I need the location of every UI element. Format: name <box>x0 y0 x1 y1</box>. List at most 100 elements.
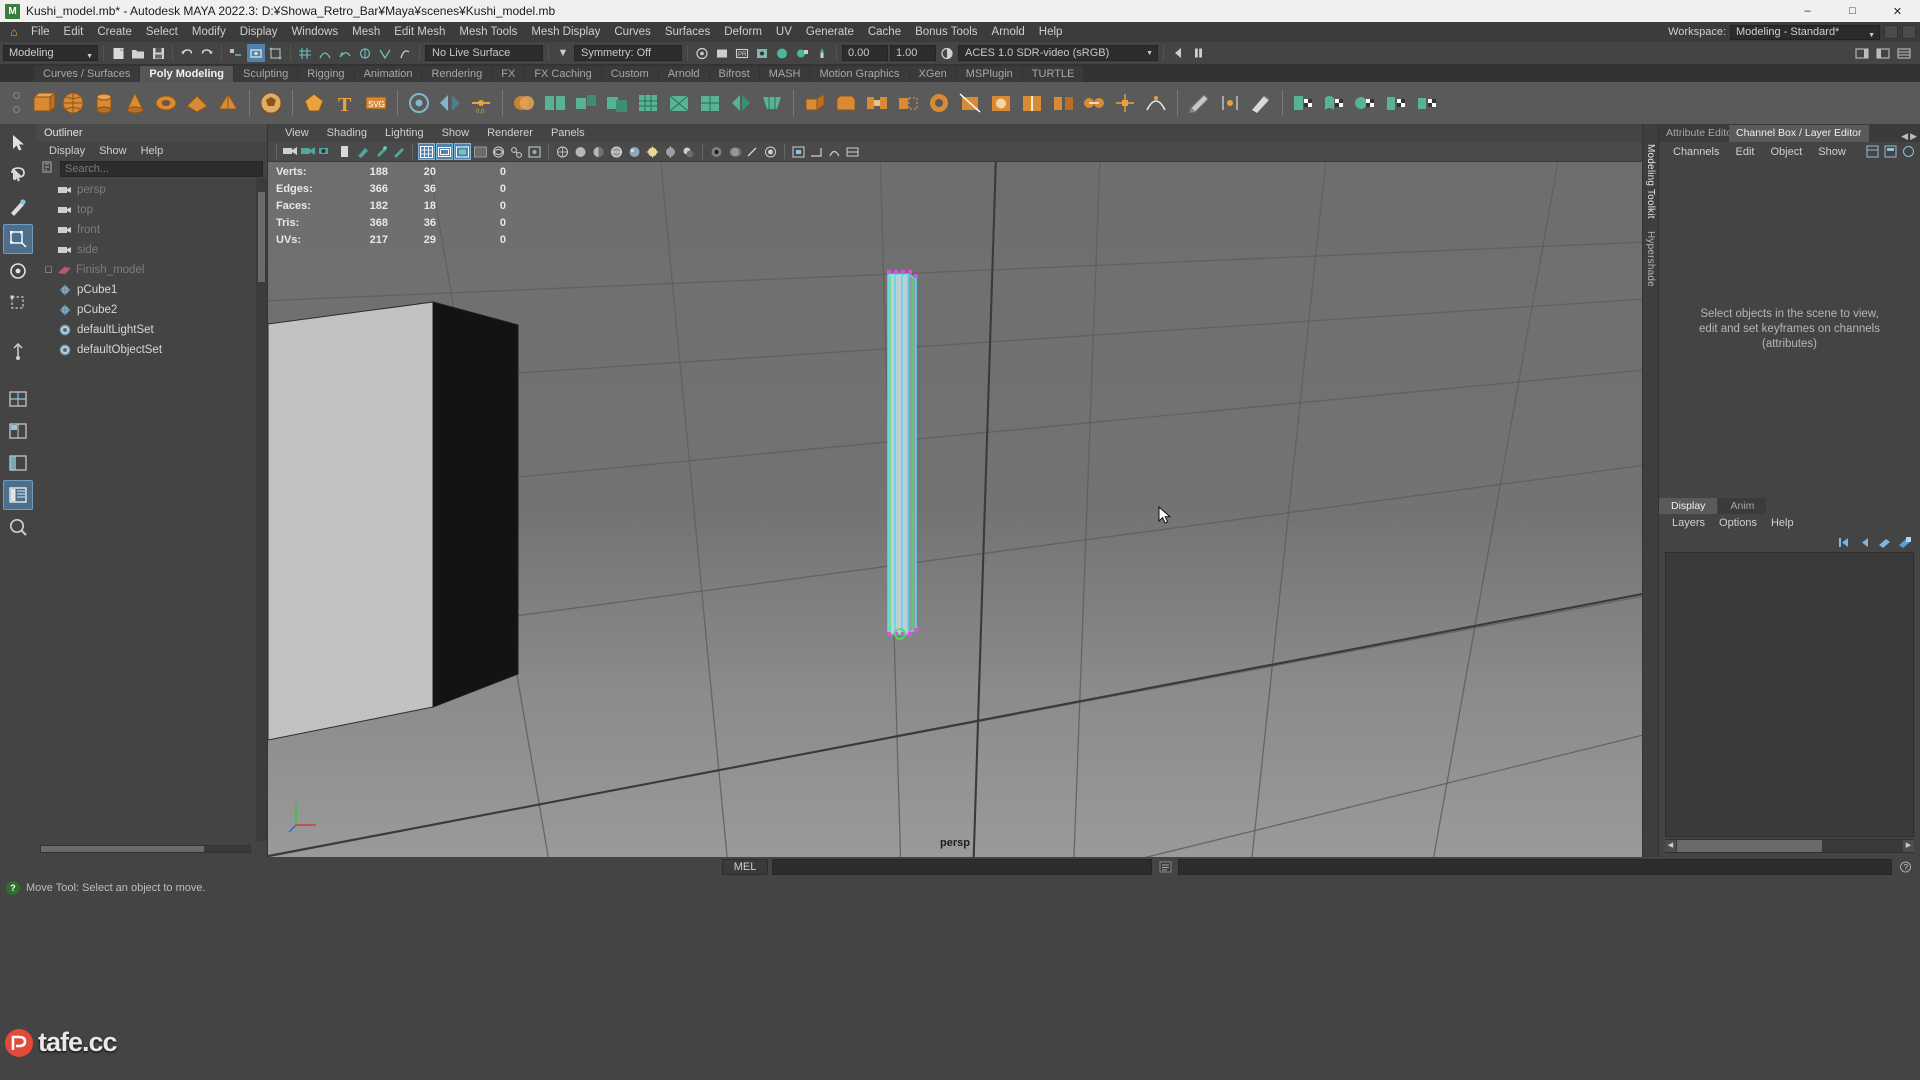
extrude-icon[interactable] <box>800 88 830 118</box>
motion-blur-icon[interactable] <box>726 143 743 160</box>
vertical-tab-hypershade[interactable]: Hypershade <box>1644 225 1657 293</box>
layer-menu-help[interactable]: Help <box>1764 517 1801 529</box>
command-help-icon[interactable]: ? <box>1896 859 1914 875</box>
menu-edit-mesh[interactable]: Edit Mesh <box>387 22 452 42</box>
two-d-pan-zoom-icon[interactable] <box>354 143 371 160</box>
rotate-tool-button[interactable] <box>3 256 33 286</box>
shelf-tab-animation[interactable]: Animation <box>354 66 422 82</box>
depth-of-field-icon[interactable] <box>762 143 779 160</box>
color-space-dropdown[interactable]: ACES 1.0 SDR-video (sRGB) ▼ <box>958 45 1158 61</box>
select-tool-button[interactable] <box>3 128 33 158</box>
mirror-geometry-icon[interactable] <box>726 88 756 118</box>
select-camera-icon[interactable] <box>282 143 299 160</box>
shelf-tab-turtle[interactable]: TURTLE <box>1022 66 1084 82</box>
outliner-vertical-scrollbar[interactable] <box>256 178 267 841</box>
snap-together-icon[interactable]: 0,0 <box>466 88 496 118</box>
screen-space-ao-icon[interactable] <box>708 143 725 160</box>
last-tool-button[interactable] <box>3 336 33 366</box>
uv-spherical-icon[interactable] <box>1351 88 1381 118</box>
select-component-icon[interactable] <box>267 44 285 62</box>
color-management-icon[interactable] <box>938 44 956 62</box>
channel-box-menu-edit[interactable]: Edit <box>1727 146 1762 158</box>
shelf-tab-custom[interactable]: Custom <box>601 66 658 82</box>
isolate-select-icon[interactable] <box>790 143 807 160</box>
outliner-menu-show[interactable]: Show <box>92 145 134 157</box>
tab-channel-box-layer-editor[interactable]: Channel Box / Layer Editor <box>1729 125 1869 142</box>
mirror-icon[interactable] <box>435 88 465 118</box>
render-sequence-icon[interactable] <box>713 44 731 62</box>
shelf-tab-fx-caching[interactable]: FX Caching <box>525 66 601 82</box>
uv-camera-icon[interactable] <box>1413 88 1443 118</box>
command-response-field[interactable] <box>1178 859 1892 875</box>
menu-create[interactable]: Create <box>90 22 139 42</box>
outliner-item-defaultobjectset[interactable]: defaultObjectSet <box>36 340 267 360</box>
search-icon[interactable] <box>40 161 56 177</box>
use-default-lighting-icon[interactable] <box>644 143 661 160</box>
layer-menu-layers[interactable]: Layers <box>1665 517 1712 529</box>
shelf-tab-rendering[interactable]: Rendering <box>422 66 492 82</box>
uv-planar-icon[interactable] <box>1289 88 1319 118</box>
poly-cube-icon[interactable] <box>27 88 57 118</box>
wireframe-on-shaded-icon[interactable] <box>608 143 625 160</box>
layer-list[interactable] <box>1665 552 1914 837</box>
layer-list-horizontal-scrollbar[interactable]: ◀ ▶ <box>1665 839 1914 853</box>
scroll-left-icon[interactable]: ◀ <box>1665 840 1676 852</box>
search-input[interactable]: Search... <box>60 161 263 177</box>
shelf-tab-poly-modeling[interactable]: Poly Modeling <box>140 66 233 82</box>
film-gate-icon[interactable] <box>436 143 453 160</box>
outliner-item-persp[interactable]: persp <box>36 180 267 200</box>
menu-generate[interactable]: Generate <box>799 22 861 42</box>
fill-hole-icon[interactable] <box>924 88 954 118</box>
shelf-tab-xgen[interactable]: XGen <box>909 66 956 82</box>
append-polygon-icon[interactable] <box>893 88 923 118</box>
menu-windows[interactable]: Windows <box>284 22 345 42</box>
smooth-icon[interactable] <box>633 88 663 118</box>
render-settings-icon[interactable] <box>753 44 771 62</box>
workspace-layout-icon[interactable] <box>1902 25 1916 39</box>
circularize-icon[interactable] <box>986 88 1016 118</box>
menu-select[interactable]: Select <box>139 22 185 42</box>
persp-outliner-layout-button[interactable] <box>3 448 33 478</box>
symmetry-field[interactable]: Symmetry: Off <box>574 45 682 61</box>
shelf-tab-arnold[interactable]: Arnold <box>658 66 709 82</box>
detach-icon[interactable] <box>1048 88 1078 118</box>
scrollbar-thumb[interactable] <box>1677 840 1822 852</box>
average-vertices-icon[interactable] <box>1141 88 1171 118</box>
viewport-menu-show[interactable]: Show <box>433 127 479 139</box>
outliner-item-top[interactable]: top <box>36 200 267 220</box>
outliner-menu-display[interactable]: Display <box>42 145 92 157</box>
outliner-item-defaultlightset[interactable]: defaultLightSet <box>36 320 267 340</box>
outliner-item-side[interactable]: side <box>36 240 267 260</box>
playback-pause-icon[interactable] <box>1189 44 1207 62</box>
poly-torus-icon[interactable] <box>151 88 181 118</box>
viewport-3d[interactable]: Verts: 188 20 0 Edges: 366 36 0 Faces: 1… <box>268 162 1642 857</box>
layer-new-icon[interactable] <box>1877 536 1892 549</box>
grid-toggle-icon[interactable] <box>418 143 435 160</box>
channel-box-icon-1[interactable] <box>1866 145 1879 158</box>
extract-icon[interactable] <box>571 88 601 118</box>
paint-tool-icon[interactable] <box>1246 88 1276 118</box>
create-polygon-icon[interactable] <box>299 88 329 118</box>
channel-box-icon-3[interactable] <box>1902 145 1915 158</box>
poly-pyramid-icon[interactable] <box>213 88 243 118</box>
poly-cylinder-icon[interactable] <box>89 88 119 118</box>
command-history-icon[interactable] <box>1156 859 1174 875</box>
viewport-menu-panels[interactable]: Panels <box>542 127 594 139</box>
menu-display[interactable]: Display <box>233 22 285 42</box>
viewport-menu-renderer[interactable]: Renderer <box>478 127 542 139</box>
exposure-field[interactable]: 1.00 <box>890 45 936 61</box>
snap-projection-icon[interactable] <box>356 44 374 62</box>
bridge-icon[interactable] <box>862 88 892 118</box>
bevel-icon[interactable] <box>831 88 861 118</box>
transform-component-icon[interactable] <box>1110 88 1140 118</box>
select-hierarchy-icon[interactable] <box>227 44 245 62</box>
script-language-button[interactable]: MEL <box>722 859 768 875</box>
menu-mesh-display[interactable]: Mesh Display <box>524 22 607 42</box>
menu-mesh-tools[interactable]: Mesh Tools <box>452 22 524 42</box>
playback-prev-icon[interactable] <box>1169 44 1187 62</box>
outliner-persp-layout-button[interactable] <box>3 480 33 510</box>
separate-icon[interactable] <box>540 88 570 118</box>
hypershade-icon[interactable] <box>773 44 791 62</box>
layer-tab-display[interactable]: Display <box>1659 498 1718 514</box>
multisample-aa-icon[interactable] <box>744 143 761 160</box>
